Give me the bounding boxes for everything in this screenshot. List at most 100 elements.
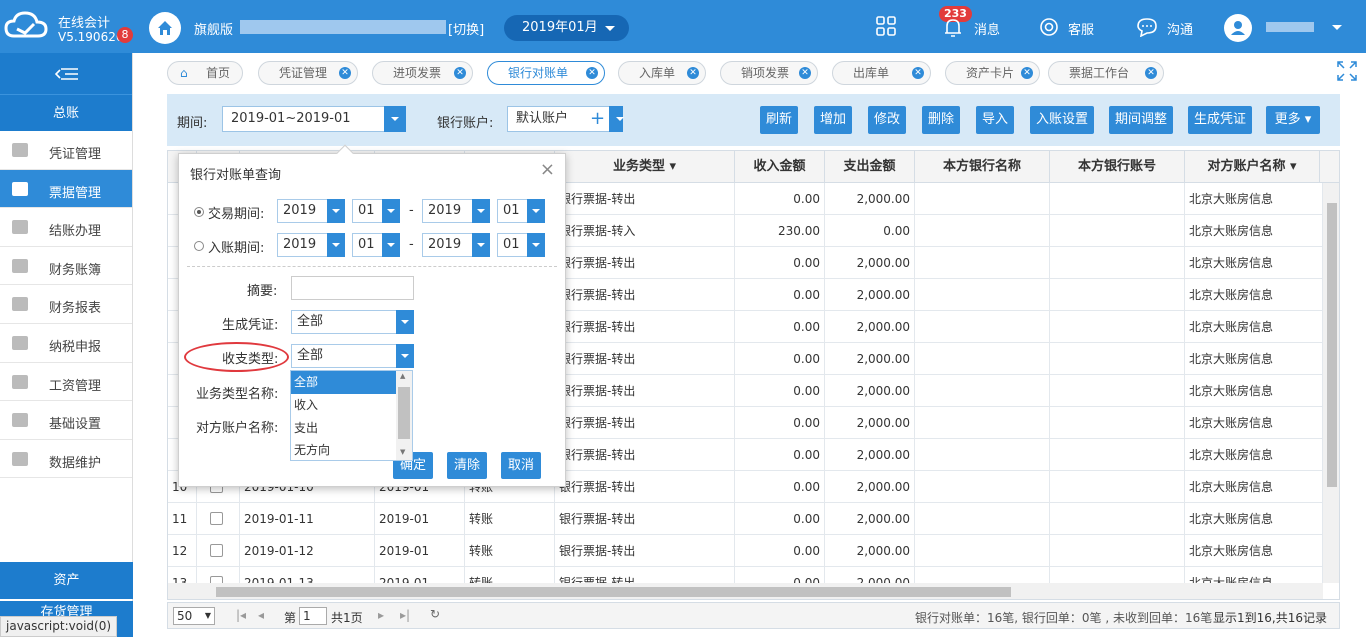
add-button[interactable]: 增加 bbox=[814, 106, 852, 134]
sidebar-item[interactable]: 纳税申报 bbox=[0, 324, 132, 363]
col-partner-name[interactable]: 对方账户名称 ▾ bbox=[1185, 151, 1320, 183]
period-adjust-button[interactable]: 期间调整 bbox=[1109, 106, 1173, 134]
more-button[interactable]: 更多 ▾ bbox=[1266, 106, 1320, 134]
avatar[interactable] bbox=[1224, 14, 1252, 42]
username-redacted[interactable] bbox=[1266, 22, 1314, 32]
table-row[interactable]: 11 2019-01-11 2019-01 转账 银行票据-转出 0.00 2,000.00… bbox=[168, 503, 1323, 535]
post-month-from[interactable]: 01 bbox=[352, 233, 400, 257]
prev-page-icon[interactable]: ◂ bbox=[258, 608, 264, 622]
dropdown-arrow-icon[interactable] bbox=[384, 106, 406, 132]
summary-input[interactable] bbox=[291, 276, 414, 300]
grid-apps-icon[interactable] bbox=[876, 16, 896, 36]
horizontal-scrollbar[interactable] bbox=[168, 583, 1323, 599]
tab[interactable]: 凭证管理 ✕ bbox=[258, 61, 358, 85]
refresh-button[interactable]: 刷新 bbox=[760, 106, 798, 134]
tab[interactable]: 销项发票 ✕ bbox=[720, 61, 818, 85]
clear-button[interactable]: 清除 bbox=[447, 452, 487, 479]
row-checkbox[interactable] bbox=[210, 544, 223, 557]
post-period-radio[interactable] bbox=[194, 241, 204, 251]
voucher-select[interactable]: 全部 bbox=[291, 310, 414, 334]
home-button[interactable] bbox=[149, 12, 181, 44]
sidebar-section-assets[interactable]: 资产 bbox=[0, 562, 133, 599]
option-all[interactable]: 全部 bbox=[291, 371, 397, 394]
logo[interactable]: 在线会计 V5.190626 8 bbox=[0, 0, 133, 53]
col-biz-type[interactable]: 业务类型 ▾ bbox=[555, 151, 735, 183]
col-income[interactable]: 收入金额 bbox=[735, 151, 825, 183]
collapse-sidebar-button[interactable] bbox=[0, 53, 132, 94]
table-row[interactable]: 12 2019-01-12 2019-01 转账 银行票据-转出 0.00 2,000.00… bbox=[168, 535, 1323, 567]
post-month-to[interactable]: 01 bbox=[497, 233, 545, 257]
delete-button[interactable]: 删除 bbox=[922, 106, 960, 134]
chat-link[interactable]: 沟通 bbox=[1167, 19, 1193, 38]
fullscreen-icon[interactable] bbox=[1336, 60, 1358, 82]
trade-year-to[interactable]: 2019 bbox=[422, 199, 490, 223]
sidebar-item[interactable]: 结账办理 bbox=[0, 208, 132, 247]
post-year-from[interactable]: 2019 bbox=[277, 233, 345, 257]
scroll-thumb[interactable] bbox=[216, 587, 1011, 597]
close-tab-icon[interactable]: ✕ bbox=[1145, 67, 1157, 79]
tab-home[interactable]: ⌂ 首页 bbox=[167, 61, 243, 85]
page-size-select[interactable]: 50 ▼ bbox=[173, 607, 215, 625]
sidebar-item[interactable]: 财务报表 bbox=[0, 285, 132, 324]
tab[interactable]: 入库单 ✕ bbox=[618, 61, 706, 85]
option-no-direction[interactable]: 无方向 bbox=[291, 440, 397, 460]
col-own-bank-account[interactable]: 本方银行账号 bbox=[1050, 151, 1185, 183]
edit-button[interactable]: 修改 bbox=[868, 106, 906, 134]
scroll-thumb[interactable] bbox=[398, 387, 410, 439]
trade-month-from[interactable]: 01 bbox=[352, 199, 400, 223]
last-page-icon[interactable]: ▸| bbox=[400, 608, 410, 622]
generate-voucher-button[interactable]: 生成凭证 bbox=[1188, 106, 1252, 134]
dropdown-arrow-icon[interactable] bbox=[609, 106, 624, 132]
option-income[interactable]: 收入 bbox=[291, 394, 397, 417]
close-tab-icon[interactable]: ✕ bbox=[339, 67, 351, 79]
option-expense[interactable]: 支出 bbox=[291, 417, 397, 440]
first-page-icon[interactable]: |◂ bbox=[236, 608, 246, 622]
trade-period-radio[interactable] bbox=[194, 207, 204, 217]
tab[interactable]: 票据工作台 ✕ bbox=[1048, 61, 1164, 85]
headset-icon[interactable] bbox=[1038, 17, 1060, 37]
chat-bubble-icon[interactable] bbox=[1136, 17, 1158, 37]
posting-settings-button[interactable]: 入账设置 bbox=[1030, 106, 1094, 134]
import-button[interactable]: 导入 bbox=[976, 106, 1014, 134]
messages-link[interactable]: 消息 bbox=[974, 19, 1000, 38]
period-range-select[interactable]: 2019-01~2019-01 bbox=[222, 106, 406, 132]
trade-year-from[interactable]: 2019 bbox=[277, 199, 345, 223]
col-expense[interactable]: 支出金额 bbox=[825, 151, 915, 183]
vertical-scrollbar[interactable] bbox=[1323, 183, 1339, 583]
sidebar-item[interactable]: 财务账簿 bbox=[0, 247, 132, 286]
post-year-to[interactable]: 2019 bbox=[422, 233, 490, 257]
refresh-icon[interactable]: ↻ bbox=[430, 607, 440, 621]
next-page-icon[interactable]: ▸ bbox=[378, 608, 384, 622]
sidebar-item[interactable]: 工资管理 bbox=[0, 363, 132, 402]
tab[interactable]: 银行对账单 ✕ bbox=[487, 61, 605, 85]
tab[interactable]: 出库单 ✕ bbox=[832, 61, 931, 85]
close-icon[interactable]: × bbox=[540, 159, 555, 180]
close-tab-icon[interactable]: ✕ bbox=[799, 67, 811, 79]
sidebar-item[interactable]: 数据维护 bbox=[0, 440, 132, 479]
sidebar-item[interactable]: 票据管理 bbox=[0, 169, 132, 209]
chevron-down-icon[interactable] bbox=[1331, 24, 1343, 32]
bell-icon[interactable] bbox=[944, 18, 962, 38]
sidebar-item[interactable]: 凭证管理 bbox=[0, 131, 132, 170]
sidebar-item[interactable]: 基础设置 bbox=[0, 401, 132, 440]
plus-icon[interactable]: + bbox=[590, 107, 605, 131]
scroll-thumb[interactable] bbox=[1327, 203, 1337, 487]
tab[interactable]: 资产卡片 ✕ bbox=[945, 61, 1040, 85]
dropdown-scrollbar[interactable]: ▲ ▼ bbox=[396, 371, 412, 460]
sidebar-section-general-ledger[interactable]: 总账 bbox=[0, 94, 132, 131]
cancel-button[interactable]: 取消 bbox=[501, 452, 541, 479]
page-input[interactable]: 1 bbox=[299, 607, 327, 625]
direction-select[interactable]: 全部 bbox=[291, 344, 414, 368]
close-tab-icon[interactable]: ✕ bbox=[687, 67, 699, 79]
period-selector[interactable]: 2019年01月 bbox=[504, 15, 629, 41]
close-tab-icon[interactable]: ✕ bbox=[454, 67, 466, 79]
row-checkbox[interactable] bbox=[210, 512, 223, 525]
close-tab-icon[interactable]: ✕ bbox=[912, 67, 924, 79]
col-own-bank-name[interactable]: 本方银行名称 bbox=[915, 151, 1050, 183]
tab[interactable]: 进项发票 ✕ bbox=[372, 61, 473, 85]
trade-month-to[interactable]: 01 bbox=[497, 199, 545, 223]
bank-account-select[interactable]: 默认账户 + bbox=[507, 106, 624, 132]
service-link[interactable]: 客服 bbox=[1068, 19, 1094, 38]
close-tab-icon[interactable]: ✕ bbox=[586, 67, 598, 79]
switch-company-link[interactable]: [切换] bbox=[448, 19, 484, 38]
